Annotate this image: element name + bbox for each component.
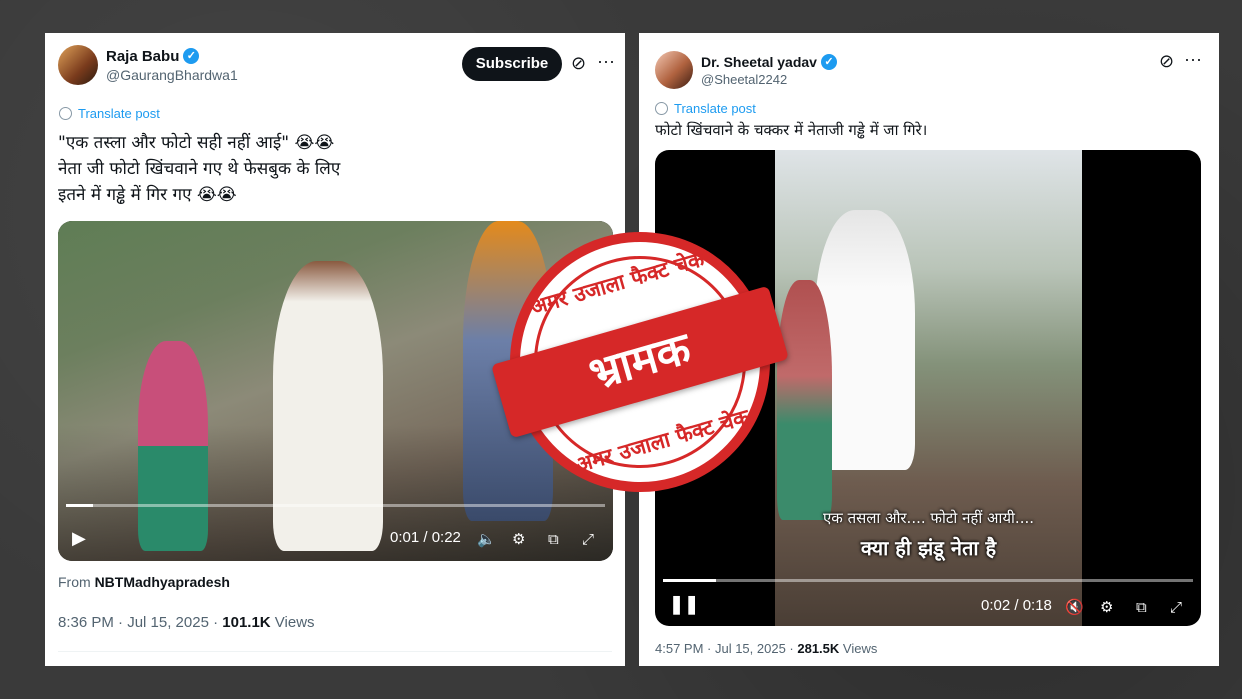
views-count: 101.1K xyxy=(222,614,271,631)
fullscreen-icon[interactable]: ⤢ xyxy=(1170,599,1182,616)
right-tweet-header: Dr. Sheetal yadav ✓ @Sheetal2242 xyxy=(655,51,837,89)
post-text-line: इतने में गड्ढे में गिर गए 😭😭 xyxy=(58,185,237,205)
divider xyxy=(58,651,612,652)
post-text-line: नेता जी फोटो खिंचवाने गए थे फेसबुक के लि… xyxy=(58,159,341,179)
video-progress-fill xyxy=(66,504,93,507)
more-icon[interactable]: ··· xyxy=(597,51,615,72)
video-progress-bar[interactable] xyxy=(663,579,1193,582)
translate-post-link[interactable]: Translate post xyxy=(655,101,756,116)
grok-icon[interactable]: ⊘ xyxy=(1159,51,1174,72)
gear-icon[interactable]: ⚙ xyxy=(1100,598,1113,616)
author-handle[interactable]: @GaurangBhardwa1 xyxy=(106,67,238,83)
grok-icon[interactable]: ⊘ xyxy=(571,53,586,74)
video-caption: क्या ही झंडू नेता है xyxy=(860,536,997,560)
views-label: Views xyxy=(839,641,878,656)
avatar[interactable] xyxy=(655,51,693,89)
timestamp[interactable]: 4:57 PM · Jul 15, 2025 · xyxy=(655,641,797,656)
post-text: "एक तस्ला और फोटो सही नहीं आई" 😭😭 नेता ज… xyxy=(58,130,340,208)
tweet-meta: 8:36 PM · Jul 15, 2025 · 101.1K Views xyxy=(58,614,315,631)
video-time: 0:01 / 0:22 xyxy=(390,529,461,546)
pip-icon[interactable]: ⧉ xyxy=(1136,599,1147,616)
tweet-meta: 4:57 PM · Jul 15, 2025 · 281.5K Views xyxy=(655,641,877,656)
video-progress-fill xyxy=(663,579,716,582)
views-count: 281.5K xyxy=(797,641,840,656)
video-person xyxy=(273,261,383,551)
author-handle[interactable]: @Sheetal2242 xyxy=(701,72,837,87)
pause-icon[interactable]: ❚❚ xyxy=(669,594,699,615)
fullscreen-icon[interactable]: ⤢ xyxy=(582,531,594,548)
from-label: From xyxy=(58,574,91,590)
translate-label: Translate post xyxy=(674,101,756,116)
verified-badge-icon: ✓ xyxy=(820,53,837,70)
from-source-link[interactable]: NBTMadhyapradesh xyxy=(95,574,230,590)
video-person xyxy=(138,341,208,551)
translate-post-link[interactable]: Translate post xyxy=(59,106,160,121)
translate-label: Translate post xyxy=(78,106,160,121)
subscribe-button[interactable]: Subscribe xyxy=(462,47,562,81)
video-caption: एक तसला और.... फोटो नहीं आयी.... xyxy=(822,509,1034,527)
author-name[interactable]: Raja Babu xyxy=(106,48,179,65)
video-time: 0:02 / 0:18 xyxy=(981,597,1052,614)
post-text: फोटो खिंचवाने के चक्कर में नेताजी गड्ढे … xyxy=(655,121,928,139)
volume-icon[interactable]: 🔈 xyxy=(477,530,496,548)
translate-icon xyxy=(655,102,668,115)
video-source: From NBTMadhyapradesh xyxy=(58,574,230,590)
video-progress-bar[interactable] xyxy=(66,504,605,507)
author-name[interactable]: Dr. Sheetal yadav xyxy=(701,54,817,70)
post-text-line: "एक तस्ला और फोटो सही नहीं आई" 😭😭 xyxy=(58,133,335,153)
play-icon[interactable]: ▶ xyxy=(72,528,86,549)
gear-icon[interactable]: ⚙ xyxy=(512,530,525,548)
timestamp[interactable]: 8:36 PM · Jul 15, 2025 · xyxy=(58,614,222,631)
mute-icon[interactable]: 🔇 xyxy=(1065,598,1084,616)
avatar[interactable] xyxy=(58,45,98,85)
verified-badge-icon: ✓ xyxy=(183,48,200,64)
left-tweet-header: Raja Babu ✓ @GaurangBhardwa1 xyxy=(58,45,238,85)
translate-icon xyxy=(59,107,72,120)
views-label: Views xyxy=(270,614,315,631)
more-icon[interactable]: ··· xyxy=(1184,49,1202,70)
